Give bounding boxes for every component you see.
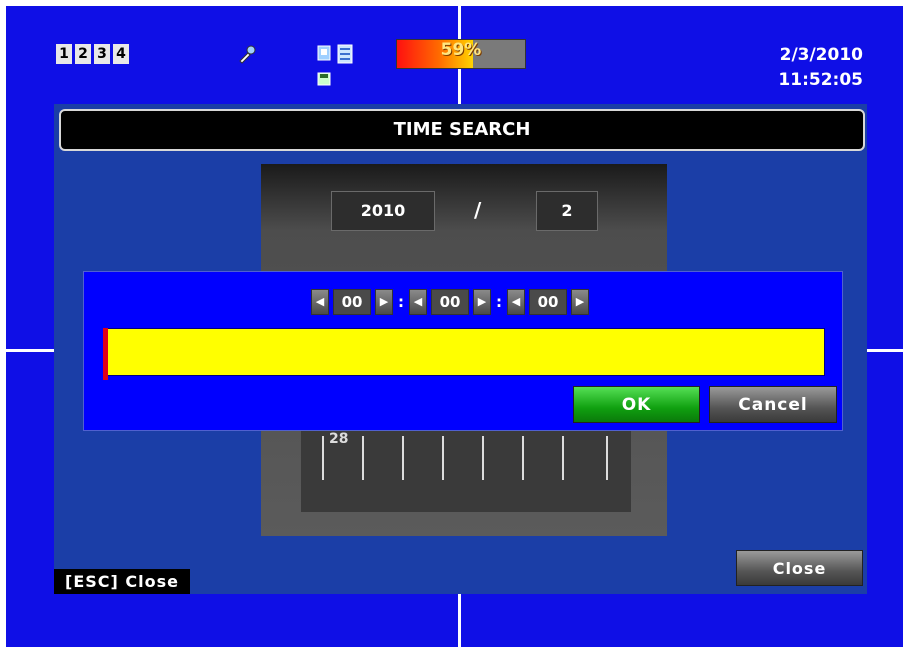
time-colon: : (398, 293, 404, 311)
hdd-usage-text: 59% (440, 40, 482, 60)
ok-button[interactable]: OK (573, 386, 700, 423)
tools-icon (239, 45, 256, 64)
quad-divider-vertical (458, 594, 461, 647)
esc-close-hint: [ESC] Close (54, 569, 190, 594)
day-divider (522, 436, 524, 480)
minute-increment-icon[interactable]: ▶ (473, 289, 491, 315)
channel-3-indicator[interactable]: 3 (94, 44, 110, 64)
hour-value[interactable]: 00 (333, 289, 371, 315)
second-decrement-icon[interactable]: ◀ (507, 289, 525, 315)
recording-timeline-bar[interactable] (103, 328, 825, 376)
calendar-day-grid (301, 424, 631, 512)
cancel-button[interactable]: Cancel (709, 386, 837, 423)
second-increment-icon[interactable]: ▶ (571, 289, 589, 315)
date-text: 2/3/2010 (779, 45, 863, 65)
page-title: TIME SEARCH (59, 109, 865, 151)
day-divider (402, 436, 404, 480)
day-divider (362, 436, 364, 480)
close-button[interactable]: Close (736, 550, 863, 586)
dvr-screen: 1 2 3 4 59% 2/3/2010 11:52:05 TIME SEARC… (6, 6, 903, 647)
timeline-cursor[interactable] (103, 328, 108, 380)
day-divider (442, 436, 444, 480)
day-divider (562, 436, 564, 480)
second-value[interactable]: 00 (529, 289, 567, 315)
network-icon (317, 44, 353, 64)
year-field[interactable]: 2010 (331, 191, 435, 231)
day-divider (606, 436, 608, 480)
month-field[interactable]: 2 (536, 191, 598, 231)
datetime-display: 2/3/2010 11:52:05 (778, 43, 863, 93)
day-divider (482, 436, 484, 480)
hour-increment-icon[interactable]: ▶ (375, 289, 393, 315)
hour-decrement-icon[interactable]: ◀ (311, 289, 329, 315)
channel-1-indicator[interactable]: 1 (56, 44, 72, 64)
disk-icon (317, 72, 331, 86)
minute-decrement-icon[interactable]: ◀ (409, 289, 427, 315)
hdd-usage-bar: 59% (396, 39, 526, 69)
channel-4-indicator[interactable]: 4 (113, 44, 129, 64)
date-separator: / (474, 198, 482, 222)
channel-2-indicator[interactable]: 2 (75, 44, 91, 64)
minute-value[interactable]: 00 (431, 289, 469, 315)
time-stepper-row: ◀ 00 ▶ : ◀ 00 ▶ : ◀ 00 ▶ (311, 289, 589, 315)
time-text: 11:52:05 (778, 70, 863, 90)
channel-indicators: 1 2 3 4 (56, 44, 129, 64)
time-colon: : (496, 293, 502, 311)
calendar-day-label[interactable]: 28 (329, 431, 348, 447)
day-divider (322, 436, 324, 480)
